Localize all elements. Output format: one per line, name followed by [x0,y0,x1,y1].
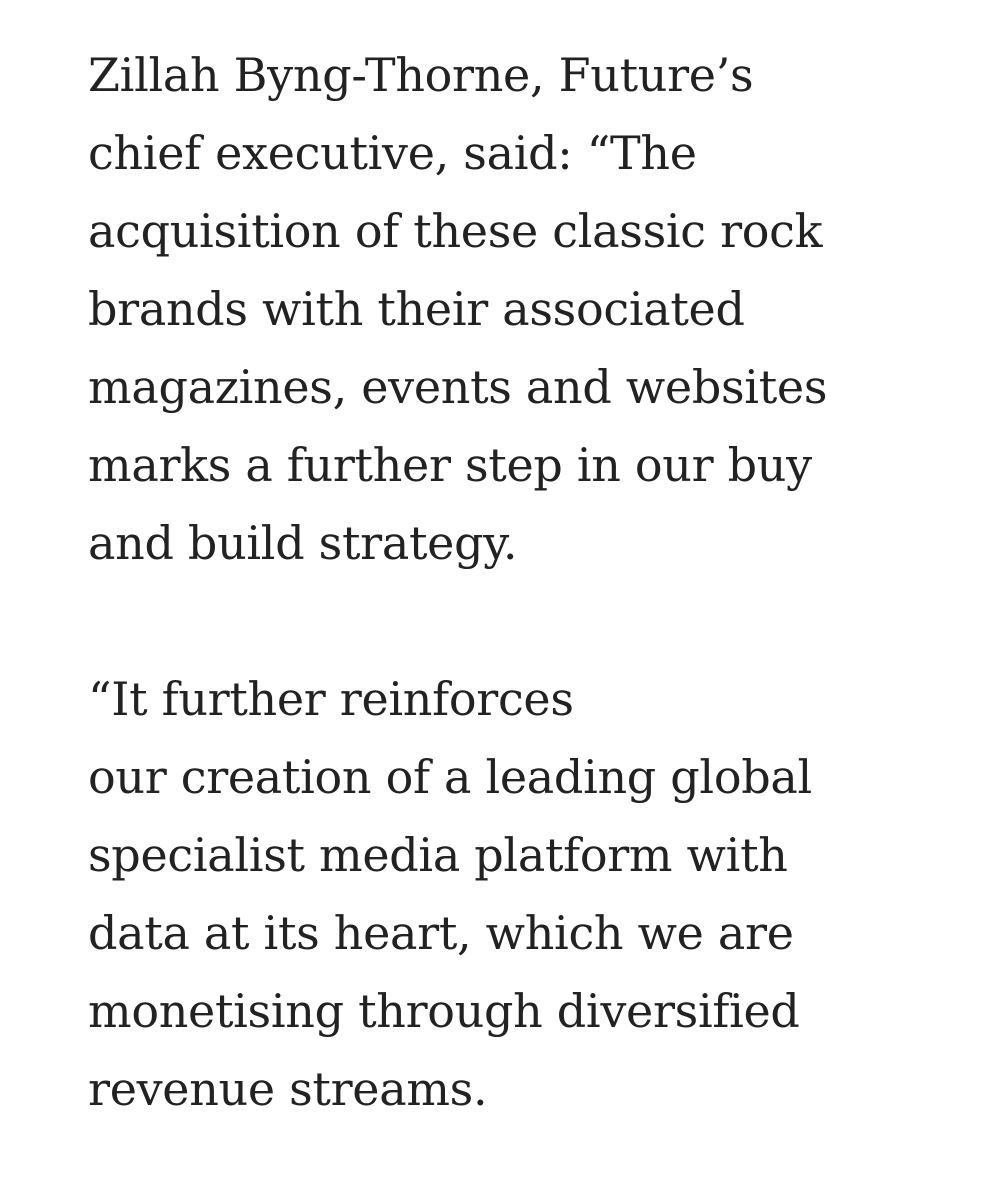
text-line: specialist media platform with [88,828,788,882]
text-line: revenue streams. [88,1062,488,1116]
text-line: “It further reinforces [88,672,574,726]
quote-paragraph-2: “It further reinforces our creation of a… [88,660,988,1128]
text-line: chief executive, said: “The [88,126,697,180]
article-body: Zillah Byng-Thorne, Future’s chief execu… [88,36,988,1128]
text-line: acquisition of these classic rock [88,204,823,258]
text-line: brands with their associated [88,282,745,336]
quote-paragraph-1: Zillah Byng-Thorne, Future’s chief execu… [88,36,988,582]
text-line: marks a further step in our buy [88,438,812,492]
text-line: monetising through diversified [88,984,800,1038]
text-line: and build strategy. [88,516,518,570]
text-line: Zillah Byng-Thorne, Future’s [88,48,754,102]
text-line: magazines, events and websites [88,360,828,414]
text-line: our creation of a leading global [88,750,812,804]
text-line: data at its heart, which we are [88,906,794,960]
